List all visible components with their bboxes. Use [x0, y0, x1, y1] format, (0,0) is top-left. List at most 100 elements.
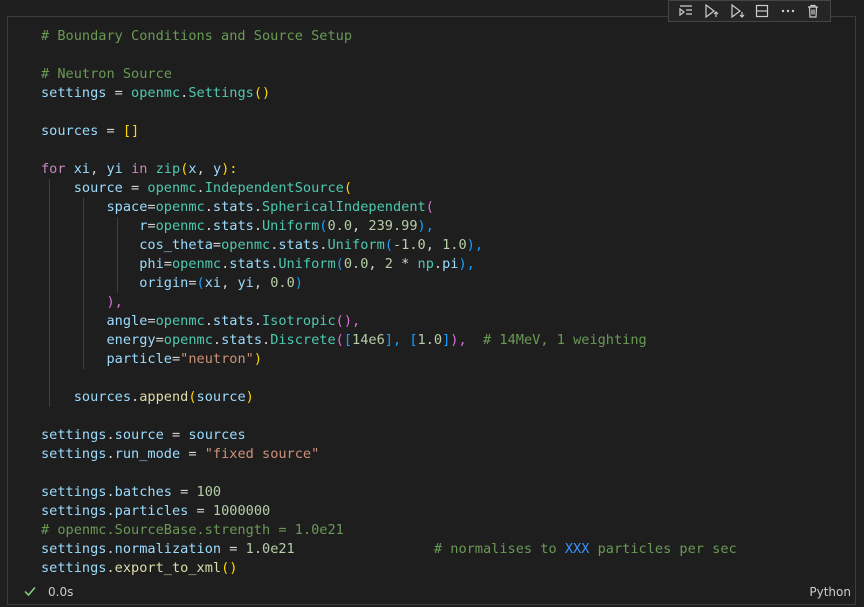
- code-token: sources: [41, 123, 99, 139]
- indent-guide: [49, 369, 50, 388]
- code-token: batches: [114, 484, 172, 500]
- code-token: ,: [352, 218, 369, 234]
- code-token: ): [262, 85, 271, 101]
- code-line-25: settings.batches = 100: [8, 483, 855, 502]
- code-token: 1.0: [417, 332, 443, 348]
- code-token: stats: [212, 313, 254, 329]
- code-token: zip: [155, 161, 181, 177]
- code-token: Discrete: [270, 332, 336, 348]
- code-token: stats: [212, 218, 254, 234]
- code-token: for: [41, 161, 66, 177]
- indent-guide: [49, 274, 50, 293]
- ellipsis-icon[interactable]: [778, 2, 798, 20]
- code-line-13: phi=openmc.stats.Uniform(0.0, 2 * np.pi)…: [8, 255, 855, 274]
- code-token: run_mode: [114, 446, 181, 462]
- code-line-9: source = openmc.IndependentSource(: [8, 179, 855, 198]
- cell-language[interactable]: Python: [809, 585, 851, 599]
- code-token: pi: [442, 256, 459, 272]
- indent-guide: [49, 255, 50, 274]
- code-token: cos_theta: [139, 237, 213, 253]
- code-token: .: [131, 389, 140, 405]
- code-token: yi: [237, 275, 254, 291]
- code-token: .: [196, 180, 205, 196]
- code-line-28: settings.normalization = 1.0e21 # normal…: [8, 540, 855, 559]
- code-token: openmc: [221, 237, 271, 253]
- code-token: (: [335, 256, 344, 272]
- code-token: .: [433, 256, 443, 272]
- code-token: openmc: [147, 180, 197, 196]
- code-token: settings: [41, 503, 107, 519]
- code-token: phi: [139, 256, 164, 272]
- code-comment-highlight: XXX: [564, 541, 590, 557]
- code-token: yi: [106, 161, 123, 177]
- run-above-icon[interactable]: [676, 2, 696, 20]
- code-token: =: [147, 199, 156, 215]
- code-token: settings: [41, 427, 107, 443]
- code-token: =: [147, 313, 156, 329]
- code-token: ),: [450, 332, 484, 348]
- indent-guide: [49, 293, 50, 312]
- code-token: stats: [278, 237, 320, 253]
- code-token: ,: [196, 161, 213, 177]
- code-line-12: cos_theta=openmc.stats.Uniform(-1.0, 1.0…: [8, 236, 855, 255]
- code-line-20: sources.append(source): [8, 388, 855, 407]
- code-token: ):: [221, 161, 238, 177]
- code-line-23: settings.run_mode = "fixed source": [8, 445, 855, 464]
- code-token: 100: [196, 484, 222, 500]
- code-token: =: [188, 275, 197, 291]
- indent-guide: [49, 312, 50, 331]
- code-token: Uniform: [327, 237, 385, 253]
- code-token: .: [106, 484, 115, 500]
- code-line-6: sources = []: [8, 122, 855, 141]
- code-token: .: [253, 313, 262, 329]
- trash-icon[interactable]: [803, 2, 823, 20]
- code-line-18: particle="neutron"): [8, 350, 855, 369]
- indent-guide: [83, 274, 84, 293]
- indent-guide: [117, 274, 118, 293]
- notebook-cell[interactable]: # Boundary Conditions and Source Setup #…: [7, 16, 856, 605]
- code-token: 0.0: [270, 275, 295, 291]
- code-token: openmc: [155, 313, 205, 329]
- code-token: ,: [253, 275, 271, 291]
- code-token: ): [245, 389, 254, 405]
- code-token: settings: [41, 85, 107, 101]
- code-token: openmc: [155, 199, 205, 215]
- code-token: =: [212, 237, 222, 253]
- code-line-8: for xi, yi in zip(x, y):: [8, 160, 855, 179]
- code-line-19: [8, 369, 855, 388]
- cell-status-bar: 0.0s Python: [8, 580, 855, 604]
- code-editor[interactable]: # Boundary Conditions and Source Setup #…: [8, 27, 855, 578]
- code-token: .: [106, 560, 115, 576]
- check-icon: [23, 584, 37, 601]
- split-icon[interactable]: [752, 2, 772, 20]
- code-token: settings: [41, 446, 107, 462]
- code-token: ),: [106, 294, 123, 310]
- indent-guide: [83, 236, 84, 255]
- code-token: =: [98, 123, 123, 139]
- code-line-17: energy=openmc.stats.Discrete([14e6], [1.…: [8, 331, 855, 350]
- code-line-22: settings.source = sources: [8, 426, 855, 445]
- run-up-icon[interactable]: [701, 2, 721, 20]
- code-token: 239.99: [368, 218, 418, 234]
- code-token: IndependentSource: [204, 180, 344, 196]
- code-token: =: [180, 446, 205, 462]
- code-token: xi: [204, 275, 222, 291]
- code-token: xi: [73, 161, 91, 177]
- indent-guide: [49, 388, 50, 407]
- code-token: =: [155, 332, 164, 348]
- code-token: [: [343, 332, 353, 348]
- code-token: =: [163, 427, 189, 443]
- code-token: openmc: [131, 85, 181, 101]
- code-comment: # openmc.SourceBase.strength = 1.0e21: [41, 522, 344, 538]
- code-token: ): [253, 351, 263, 367]
- code-token: openmc: [155, 218, 205, 234]
- code-line-26: settings.particles = 1000000: [8, 502, 855, 521]
- code-token: SphericalIndependent: [262, 199, 426, 215]
- run-down-icon[interactable]: [727, 2, 747, 20]
